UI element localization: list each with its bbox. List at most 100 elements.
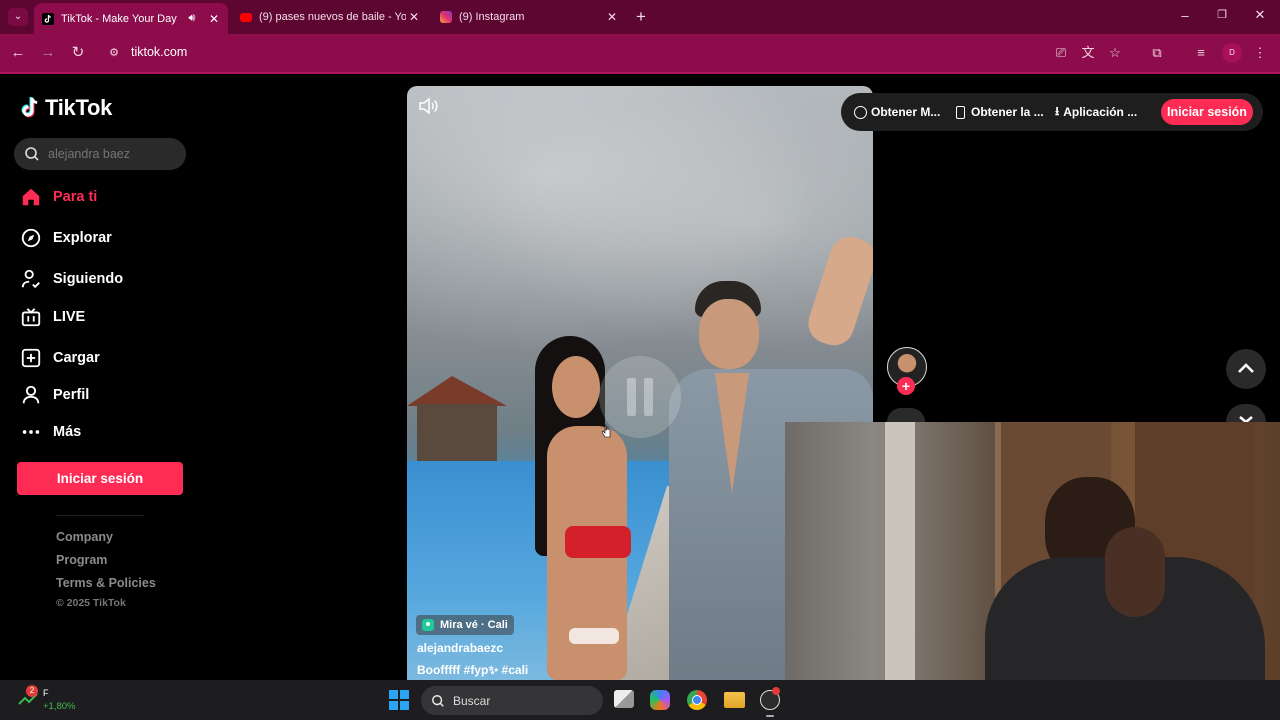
sidebar-divider xyxy=(56,515,144,516)
footer-link-company[interactable]: Company xyxy=(56,530,113,544)
follow-plus-icon[interactable]: + xyxy=(897,377,915,395)
address-bar[interactable]: tiktok.com xyxy=(131,45,187,59)
sparkle-icon: ✨︎ xyxy=(488,663,499,677)
nav-label: Para ti xyxy=(53,189,98,205)
more-icon xyxy=(22,430,40,434)
nav-item-explorar[interactable]: Explorar xyxy=(20,225,112,251)
taskbar-search-text: Buscar xyxy=(453,693,491,708)
obs-icon[interactable] xyxy=(760,687,780,710)
extensions-icon[interactable]: ⧉ xyxy=(1147,43,1167,63)
footer-link-program[interactable]: Program xyxy=(56,553,107,567)
volume-icon[interactable] xyxy=(418,97,438,115)
instagram-icon xyxy=(440,11,452,23)
profile-icon xyxy=(22,385,40,404)
tab-title: (9) pases nuevos de baile - YouTube xyxy=(259,11,406,23)
download-icon: ⭳ xyxy=(1055,103,1060,118)
youtube-icon xyxy=(240,12,252,22)
following-icon xyxy=(21,269,40,289)
action-label: Obtener la ... xyxy=(971,105,1044,119)
restore-button[interactable]: ❐ xyxy=(1213,8,1231,26)
profile-avatar[interactable]: D xyxy=(1222,43,1242,63)
live-icon xyxy=(21,308,41,327)
close-icon[interactable]: ✕ xyxy=(206,12,222,26)
coin-icon xyxy=(854,105,867,119)
search-icon xyxy=(25,147,39,161)
nav-label: Perfil xyxy=(53,387,90,403)
widget-label: F xyxy=(43,688,49,698)
search-input[interactable] xyxy=(46,146,178,162)
chrome-icon[interactable] xyxy=(687,690,707,710)
task-view-icon[interactable] xyxy=(614,690,634,708)
mouse-cursor-icon xyxy=(601,424,612,438)
like-button[interactable] xyxy=(887,408,925,422)
get-app-link[interactable]: Obtener la ... xyxy=(956,104,1044,120)
nav-label: Cargar xyxy=(53,350,100,366)
tab-instagram[interactable]: (9) Instagram ✕ xyxy=(432,4,626,30)
video-scene-hut xyxy=(417,404,497,464)
nav-item-live[interactable]: LIVE xyxy=(20,304,85,330)
get-coins-link[interactable]: Obtener M... xyxy=(854,104,940,120)
install-app-icon[interactable]: ⎚ xyxy=(1051,43,1071,63)
login-button[interactable]: Iniciar sesión xyxy=(17,462,183,495)
scroll-down-button[interactable] xyxy=(1226,404,1266,422)
forward-arrow-icon[interactable]: → xyxy=(38,43,58,63)
nav-label: LIVE xyxy=(53,309,86,325)
bookmark-star-icon[interactable]: ☆ xyxy=(1105,43,1125,63)
webcam-overlay xyxy=(785,422,1280,720)
logo-text: TikTok xyxy=(45,95,113,120)
active-app-indicator xyxy=(766,715,774,717)
search-box[interactable] xyxy=(14,138,186,170)
action-label: Aplicación ... xyxy=(1063,105,1138,119)
reading-list-icon[interactable]: ≡ xyxy=(1191,43,1211,63)
tab-title: TikTok - Make Your Day xyxy=(61,12,177,25)
nav-item-siguiendo[interactable]: Siguiendo xyxy=(20,266,123,292)
location-pin-icon xyxy=(422,619,434,631)
location-text: Mira vé · Cali xyxy=(440,619,508,631)
video-username[interactable]: alejandrabaezc xyxy=(417,641,503,655)
tab-search-button[interactable]: ⌄ xyxy=(8,8,28,26)
close-icon[interactable]: ✕ xyxy=(406,10,422,24)
new-tab-button[interactable]: + xyxy=(632,7,650,27)
tab-title: (9) Instagram xyxy=(459,11,525,23)
top-login-button[interactable]: Iniciar sesión xyxy=(1161,99,1253,125)
tiktok-icon xyxy=(42,12,54,25)
compass-icon xyxy=(21,228,41,248)
copilot-icon[interactable] xyxy=(650,690,670,710)
search-icon xyxy=(432,694,444,707)
back-arrow-icon[interactable]: ← xyxy=(8,43,28,63)
tiktok-logo[interactable]: TikTok xyxy=(20,94,112,122)
home-icon xyxy=(22,188,40,206)
nav-item-perfil[interactable]: Perfil xyxy=(20,382,89,408)
desktop-app-link[interactable]: ⭳ Aplicación ... xyxy=(1055,104,1137,120)
close-window-button[interactable]: ✕ xyxy=(1251,7,1269,25)
nav-label: Siguiendo xyxy=(53,271,124,287)
taskbar-search[interactable]: Buscar xyxy=(421,686,603,715)
caption-hashtag[interactable]: #cali xyxy=(498,663,529,677)
scroll-up-button[interactable] xyxy=(1226,349,1266,389)
menu-kebab-icon[interactable]: ⋮ xyxy=(1250,43,1270,63)
nav-item-mas[interactable]: Más xyxy=(20,419,81,445)
windows-start-icon[interactable] xyxy=(389,690,409,710)
widget-badge: 2 xyxy=(26,685,38,697)
browser-tab-bar: ⌄ TikTok - Make Your Day 🔊︎ ✕ (9) pases … xyxy=(0,0,1280,34)
webcam-door-frame xyxy=(885,422,915,720)
site-info-icon[interactable]: ⚙︎ xyxy=(106,45,122,61)
nav-item-cargar[interactable]: Cargar xyxy=(20,345,100,371)
nav-item-para-ti[interactable]: Para ti xyxy=(20,184,97,210)
tiktok-icon xyxy=(21,97,38,118)
speaker-icon[interactable]: 🔊︎ xyxy=(184,12,200,25)
location-tag[interactable]: Mira vé · Cali xyxy=(416,615,514,635)
tab-youtube[interactable]: (9) pases nuevos de baile - YouTube ✕ xyxy=(232,4,428,30)
file-explorer-icon[interactable] xyxy=(724,692,745,708)
upload-icon xyxy=(21,348,41,368)
reload-icon[interactable]: ↻ xyxy=(68,43,88,63)
nav-label: Más xyxy=(53,424,82,440)
minimize-button[interactable]: – xyxy=(1176,8,1194,26)
translate-icon[interactable]: 文 xyxy=(1078,43,1098,63)
close-icon[interactable]: ✕ xyxy=(604,10,620,24)
footer-link-terms[interactable]: Terms & Policies xyxy=(56,576,156,590)
tab-tiktok[interactable]: TikTok - Make Your Day 🔊︎ ✕ xyxy=(34,3,228,34)
weather-widget[interactable]: 2 F +1,80% xyxy=(16,684,86,716)
copyright: © 2025 TikTok xyxy=(56,597,126,609)
nav-label: Explorar xyxy=(53,230,112,246)
